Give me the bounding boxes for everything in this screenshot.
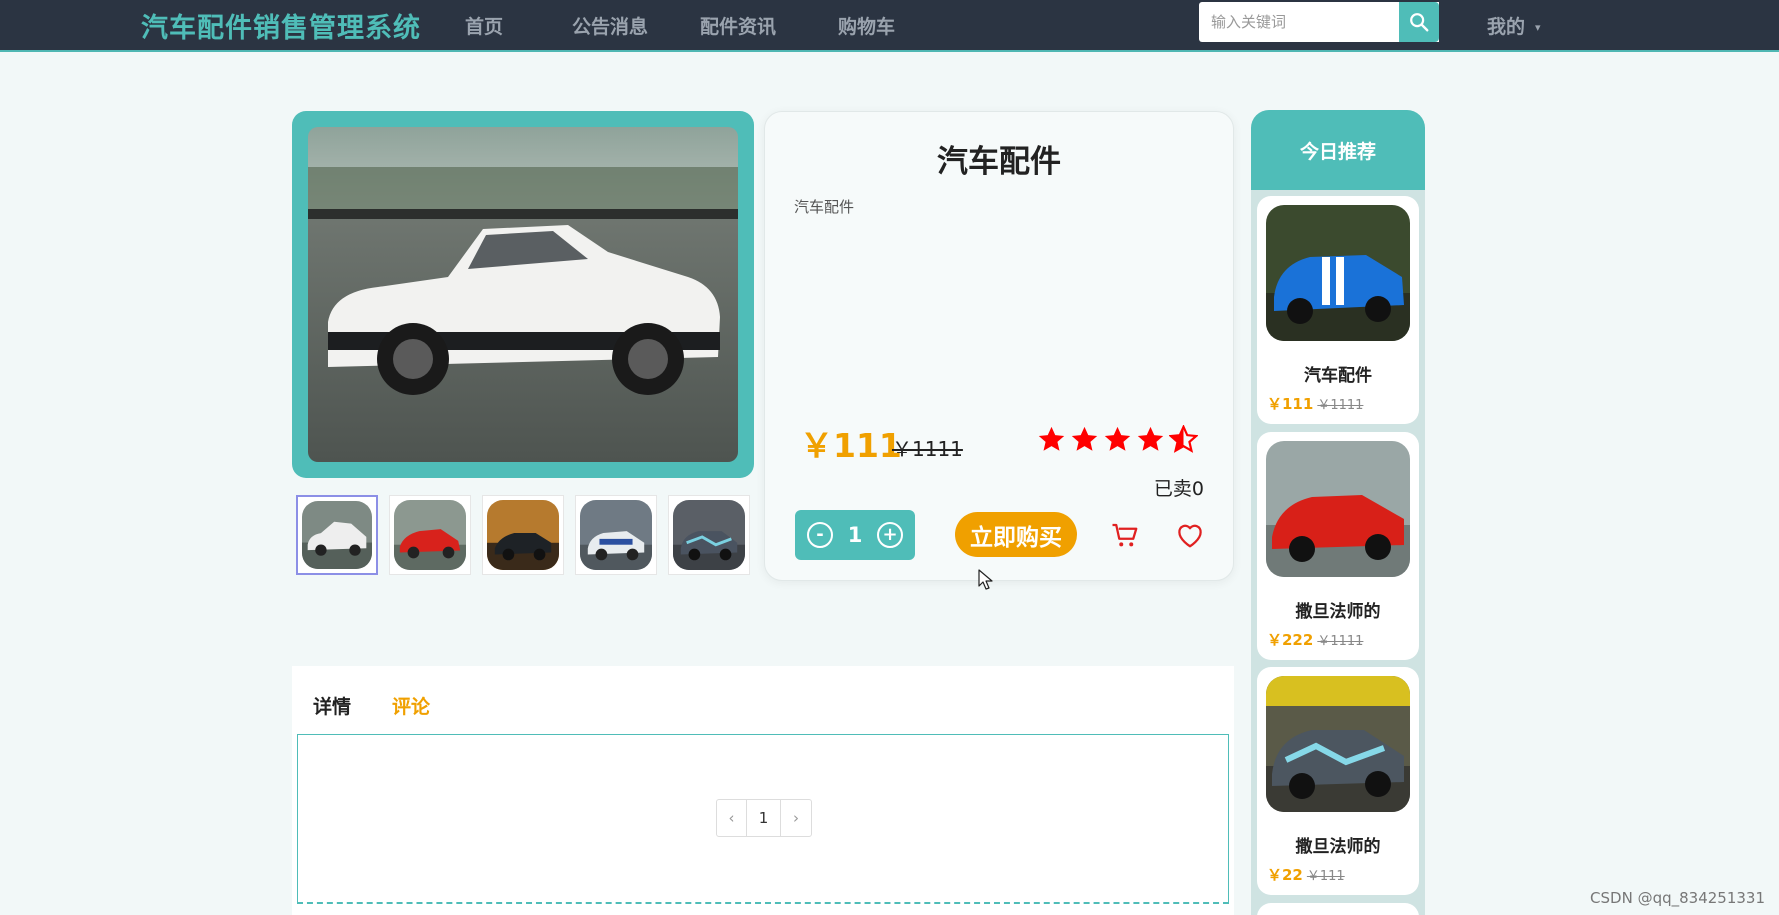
recommend-image <box>1266 205 1410 341</box>
recommend-item[interactable]: 撒旦法师的 ￥22 ￥111 <box>1257 667 1419 895</box>
nav-news[interactable]: 配件资讯 <box>700 12 776 39</box>
mouse-cursor-icon <box>978 569 994 595</box>
quantity-stepper: - 1 + <box>795 510 915 560</box>
star-icon <box>1071 426 1098 451</box>
star-icon <box>1104 426 1131 451</box>
cart-icon <box>1112 523 1138 547</box>
recommend-price: ￥22 ￥111 <box>1267 864 1345 885</box>
product-subtitle: 汽车配件 <box>794 198 855 216</box>
recommend-price-value: ￥111 <box>1267 395 1314 413</box>
thumbnail-image <box>673 500 745 570</box>
watermark: CSDN @qq_834251331 <box>1590 889 1765 907</box>
pagination: ‹ 1 › <box>716 799 812 837</box>
thumbnail-2[interactable] <box>389 495 471 575</box>
recommend-old-price: ￥111 <box>1306 869 1345 884</box>
heart-icon <box>1178 524 1202 548</box>
nav-notice[interactable]: 公告消息 <box>572 12 648 39</box>
thumbnail-image <box>580 500 652 570</box>
search-button[interactable] <box>1399 2 1439 42</box>
recommend-name: 撒旦法师的 <box>1295 602 1381 622</box>
recommend-price: ￥111 ￥1111 <box>1267 393 1363 414</box>
thumbnail-image <box>394 500 466 570</box>
tab-detail[interactable]: 详情 <box>313 692 351 719</box>
top-navbar: 汽车配件销售管理系统 首页 公告消息 配件资讯 购物车 我的 ▾ <box>0 0 1779 52</box>
qty-minus-button[interactable]: - <box>807 522 833 548</box>
thumbnail-1[interactable] <box>296 495 378 575</box>
recommend-price: ￥222 ￥1111 <box>1267 629 1363 650</box>
product-price: ￥111 <box>800 426 902 465</box>
nav-home[interactable]: 首页 <box>465 12 503 39</box>
recommend-image <box>1266 676 1410 812</box>
comment-area: ‹ 1 › <box>297 734 1229 904</box>
recommend-item[interactable]: 撒旦法师的 ￥222 ￥1111 <box>1257 432 1419 660</box>
thumbnail-image <box>302 501 372 569</box>
recommend-old-price: ￥1111 <box>1317 398 1364 413</box>
recommend-image <box>1266 441 1410 577</box>
thumbnail-5[interactable] <box>668 495 750 575</box>
recommend-sidebar: 今日推荐 汽车配件 ￥111 ￥1111 撒旦法师的 ￥222 ￥1111 撒旦法师… <box>1251 110 1425 915</box>
main-image-frame <box>292 111 754 478</box>
thumbnail-4[interactable] <box>575 495 657 575</box>
recommend-old-price: ￥1111 <box>1317 634 1364 649</box>
pager-next-button[interactable]: › <box>781 800 811 836</box>
pager-page-1[interactable]: 1 <box>747 800 781 836</box>
recommend-name: 汽车配件 <box>1304 366 1372 386</box>
star-half-icon <box>1169 425 1198 453</box>
recommend-title: 今日推荐 <box>1251 110 1425 190</box>
qty-plus-button[interactable]: + <box>877 522 903 548</box>
buy-now-button[interactable]: 立即购买 <box>955 512 1077 557</box>
recommend-item[interactable]: 汽车配件 ￥111 ￥1111 <box>1257 196 1419 424</box>
star-icon <box>1038 426 1065 451</box>
star-icon <box>1137 426 1164 451</box>
caret-down-icon: ▾ <box>1535 21 1541 34</box>
recommend-price-value: ￥22 <box>1267 866 1303 884</box>
search-icon <box>1410 13 1429 32</box>
thumbnail-image <box>487 500 559 570</box>
recommend-name: 撒旦法师的 <box>1295 837 1381 857</box>
sold-count: 已卖0 <box>1153 478 1204 500</box>
recommend-price-value: ￥222 <box>1267 631 1314 649</box>
thumbnail-3[interactable] <box>482 495 564 575</box>
user-menu-label: 我的 <box>1487 16 1526 38</box>
tabs-panel: 详情 评论 ‹ 1 › <box>292 666 1234 915</box>
thumbnail-strip <box>296 495 750 575</box>
pager-prev-button[interactable]: ‹ <box>717 800 747 836</box>
nav-cart[interactable]: 购物车 <box>838 12 895 39</box>
product-old-price: ￥1111 <box>892 437 963 461</box>
user-menu[interactable]: 我的 ▾ <box>1487 12 1541 39</box>
favorite-button[interactable] <box>1175 520 1205 554</box>
main-product-image <box>308 127 738 462</box>
tab-comment[interactable]: 评论 <box>392 692 430 719</box>
product-title: 汽车配件 <box>937 144 1061 180</box>
qty-value: 1 <box>847 523 863 547</box>
brand-title[interactable]: 汽车配件销售管理系统 <box>141 6 421 45</box>
product-info-card: 汽车配件 汽车配件 ￥111 ￥1111 已卖0 - 1 + 立即购买 <box>764 111 1234 581</box>
recommend-item[interactable] <box>1257 903 1419 915</box>
rating-stars <box>1037 425 1198 454</box>
add-to-cart-button[interactable] <box>1110 520 1140 554</box>
